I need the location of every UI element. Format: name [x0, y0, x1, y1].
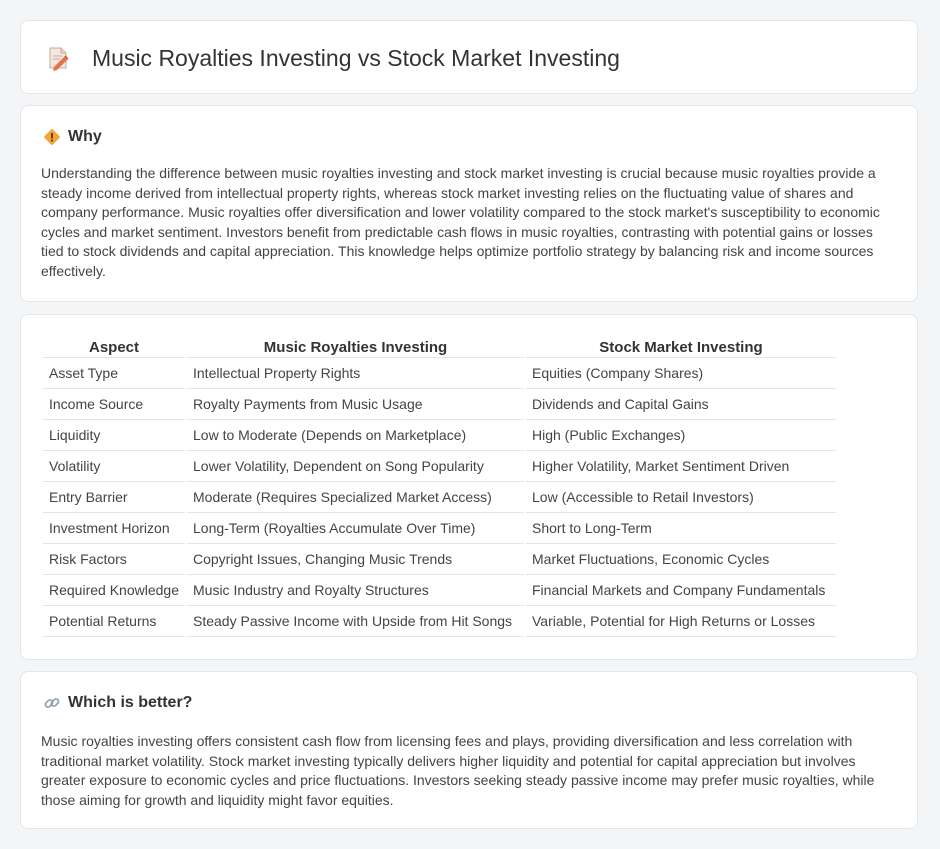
table-cell: Short to Long-Term: [526, 513, 836, 544]
why-text: Understanding the difference between mus…: [41, 165, 880, 279]
table-cell: Risk Factors: [43, 544, 185, 575]
table-cell: Music Industry and Royalty Structures: [187, 575, 524, 606]
better-heading-row: Which is better?: [43, 692, 192, 714]
table-cell: Entry Barrier: [43, 482, 185, 513]
table-cell: High (Public Exchanges): [526, 420, 836, 451]
document-edit-icon: [49, 47, 69, 71]
better-text: Music royalties investing offers consist…: [41, 733, 875, 808]
table-row: Risk Factors Copyright Issues, Changing …: [43, 544, 836, 575]
link-icon: [44, 698, 60, 708]
column-header-stock-market: Stock Market Investing: [526, 335, 836, 358]
why-heading-row: Why: [43, 126, 102, 148]
page-title: Music Royalties Investing vs Stock Marke…: [92, 45, 620, 71]
table-row: Potential Returns Steady Passive Income …: [43, 606, 836, 637]
table-row: Required Knowledge Music Industry and Ro…: [43, 575, 836, 606]
table-header-row: Aspect Music Royalties Investing Stock M…: [43, 335, 836, 358]
table-cell: Moderate (Requires Specialized Market Ac…: [187, 482, 524, 513]
table-row: Income Source Royalty Payments from Musi…: [43, 389, 836, 420]
table-cell: Lower Volatility, Dependent on Song Popu…: [187, 451, 524, 482]
table-row: Asset Type Intellectual Property Rights …: [43, 358, 836, 389]
table-cell: Market Fluctuations, Economic Cycles: [526, 544, 836, 575]
table-cell: Higher Volatility, Market Sentiment Driv…: [526, 451, 836, 482]
why-heading: Why: [68, 128, 102, 145]
table-cell: Investment Horizon: [43, 513, 185, 544]
why-section: Why Understanding the difference between…: [20, 105, 918, 302]
table-cell: Low (Accessible to Retail Investors): [526, 482, 836, 513]
table-cell: Financial Markets and Company Fundamenta…: [526, 575, 836, 606]
table-row: Entry Barrier Moderate (Requires Special…: [43, 482, 836, 513]
table-cell: Income Source: [43, 389, 185, 420]
better-heading: Which is better?: [68, 694, 193, 711]
comparison-card: Aspect Music Royalties Investing Stock M…: [20, 314, 918, 660]
table-cell: Volatility: [43, 451, 185, 482]
table-row: Liquidity Low to Moderate (Depends on Ma…: [43, 420, 836, 451]
table-cell: Liquidity: [43, 420, 185, 451]
table-cell: Equities (Company Shares): [526, 358, 836, 389]
table-cell: Steady Passive Income with Upside from H…: [187, 606, 524, 637]
comparison-table: Aspect Music Royalties Investing Stock M…: [41, 335, 838, 637]
header-card: Music Royalties Investing vs Stock Marke…: [20, 20, 918, 94]
diamond-warning-icon: [44, 129, 60, 145]
table-cell: Variable, Potential for High Returns or …: [526, 606, 836, 637]
table-cell: Low to Moderate (Depends on Marketplace): [187, 420, 524, 451]
column-header-aspect: Aspect: [43, 335, 185, 358]
table-cell: Long-Term (Royalties Accumulate Over Tim…: [187, 513, 524, 544]
column-header-music-royalties: Music Royalties Investing: [187, 335, 524, 358]
which-is-better-section: Which is better? Music royalties investi…: [20, 671, 918, 829]
table-cell: Potential Returns: [43, 606, 185, 637]
table-cell: Asset Type: [43, 358, 185, 389]
table-cell: Royalty Payments from Music Usage: [187, 389, 524, 420]
table-cell: Intellectual Property Rights: [187, 358, 524, 389]
table-row: Investment Horizon Long-Term (Royalties …: [43, 513, 836, 544]
table-row: Volatility Lower Volatility, Dependent o…: [43, 451, 836, 482]
table-cell: Copyright Issues, Changing Music Trends: [187, 544, 524, 575]
table-cell: Required Knowledge: [43, 575, 185, 606]
table-cell: Dividends and Capital Gains: [526, 389, 836, 420]
